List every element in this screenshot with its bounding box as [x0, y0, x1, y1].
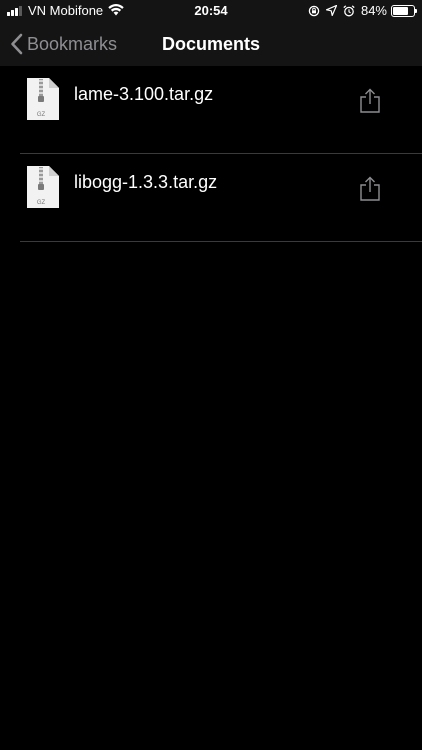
row-separator	[20, 241, 422, 242]
back-button[interactable]: Bookmarks	[10, 22, 117, 66]
file-name: lame-3.100.tar.gz	[74, 84, 214, 104]
battery-icon	[391, 4, 417, 17]
archive-file-icon: GZ	[27, 166, 59, 208]
battery-fill	[393, 6, 409, 15]
file-list: GZ lame-3.100.tar.gz GZ libogg-1.3.3.tar…	[0, 66, 422, 242]
alarm-icon	[343, 4, 355, 16]
battery-percent: 84%	[360, 3, 387, 18]
file-type-label: GZ	[37, 200, 46, 206]
share-icon[interactable]	[358, 88, 382, 114]
file-name: libogg-1.3.3.tar.gz	[74, 172, 218, 192]
navigation-bar: Bookmarks Documents	[0, 22, 422, 66]
location-icon	[325, 5, 337, 16]
archive-file-icon: GZ	[27, 78, 59, 120]
screen-lock-icon	[308, 5, 320, 16]
file-row-libogg[interactable]: GZ libogg-1.3.3.tar.gz	[0, 154, 422, 242]
share-icon[interactable]	[358, 176, 382, 202]
status-bar: VN Mobifone 20:54 84%	[0, 0, 422, 22]
screen: VN Mobifone 20:54 84% Bookmarks Document…	[0, 0, 422, 750]
status-right: 84%	[302, 3, 417, 18]
back-button-label: Bookmarks	[27, 33, 118, 54]
file-type-label: GZ	[37, 112, 46, 118]
file-row-lame[interactable]: GZ lame-3.100.tar.gz	[0, 66, 422, 154]
chevron-left-icon	[11, 33, 23, 55]
